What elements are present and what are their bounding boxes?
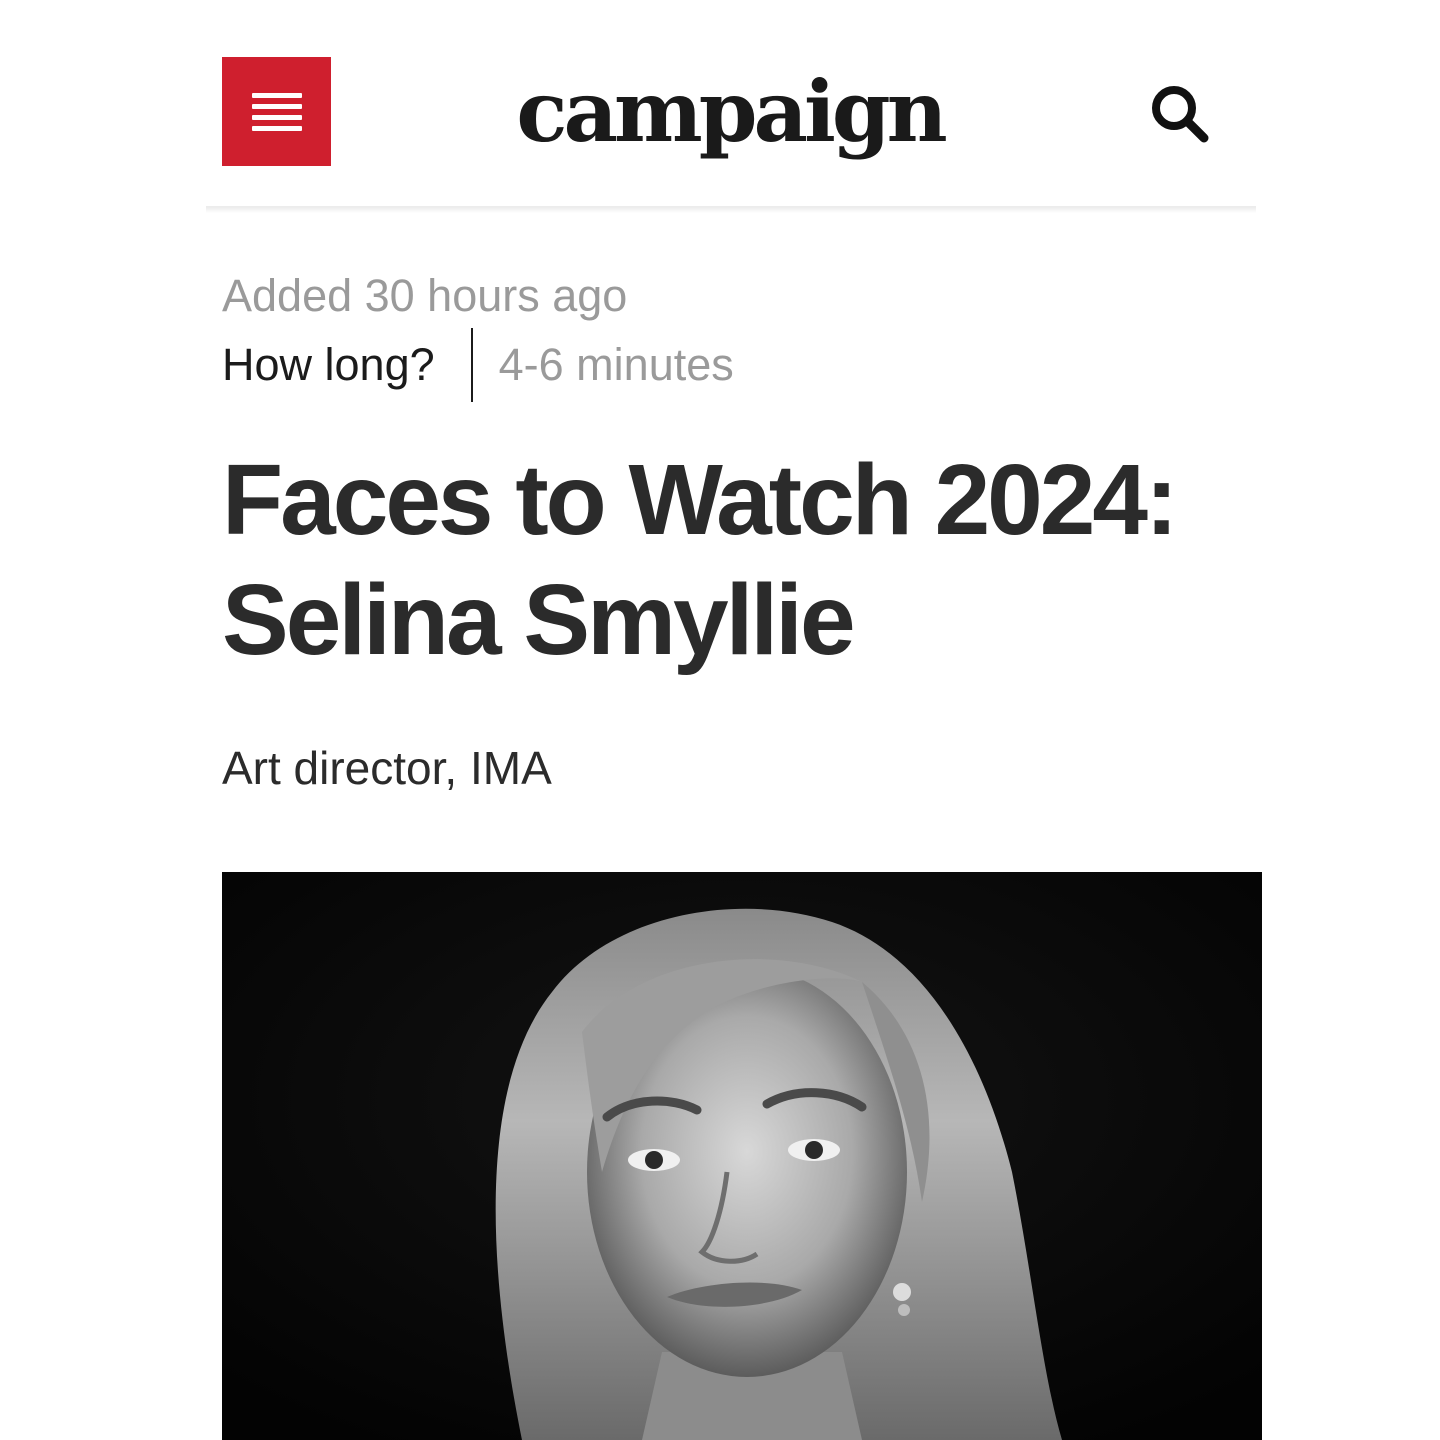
article-title-line-1: Faces to Watch 2024: xyxy=(222,444,1178,556)
page: campaign Added 30 hours ago How long? 4-… xyxy=(0,0,1440,1440)
reading-time-value: 4-6 minutes xyxy=(498,339,734,390)
article-title: Faces to Watch 2024: Selina Smyllie xyxy=(222,440,1282,680)
header-divider xyxy=(206,206,1256,213)
search-button[interactable] xyxy=(1146,80,1214,148)
hamburger-menu-icon xyxy=(251,92,302,131)
search-icon xyxy=(1152,86,1209,143)
site-header: campaign xyxy=(0,0,1440,210)
published-time: Added 30 hours ago xyxy=(222,270,628,321)
menu-button[interactable] xyxy=(222,57,331,166)
reading-time-label: How long? xyxy=(222,339,435,390)
reading-time: How long? 4-6 minutes xyxy=(222,328,734,402)
portrait-photo xyxy=(222,872,1262,1440)
portrait-illustration xyxy=(222,872,1262,1440)
reading-time-divider xyxy=(470,328,473,402)
article-title-line-2: Selina Smyllie xyxy=(222,564,856,676)
article-subtitle: Art director, IMA xyxy=(222,742,552,794)
site-logo[interactable]: campaign xyxy=(500,52,960,172)
